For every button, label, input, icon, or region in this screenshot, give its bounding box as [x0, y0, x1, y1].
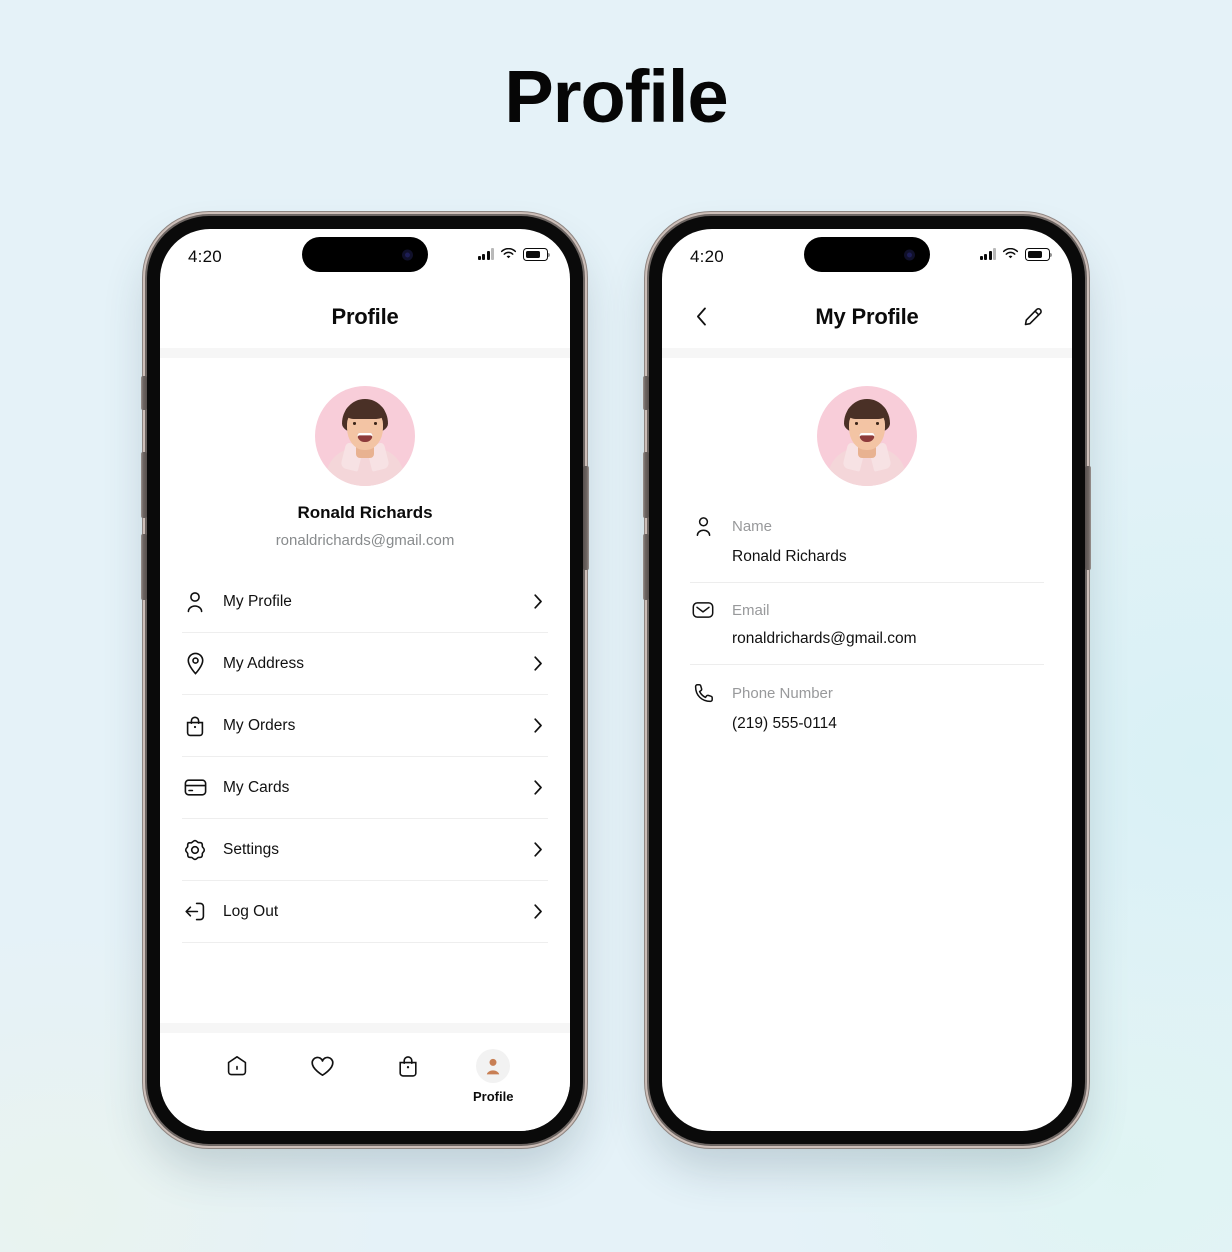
chevron-right-icon — [528, 778, 548, 798]
shopping-bag-icon — [397, 1051, 419, 1081]
detail-row-phone[interactable]: Phone Number (219) 555-0114 — [690, 681, 1044, 749]
profile-email: ronaldrichards@gmail.com — [275, 532, 455, 549]
silent-switch-button[interactable] — [643, 376, 649, 410]
volume-up-button[interactable] — [643, 452, 649, 518]
app-header: My Profile — [662, 285, 1072, 348]
menu-item-my-cards[interactable]: My Cards — [182, 757, 548, 819]
menu-item-my-address[interactable]: My Address — [182, 633, 548, 695]
phone-icon — [690, 683, 716, 704]
shopping-bag-icon — [182, 713, 208, 739]
menu-item-my-profile[interactable]: My Profile — [182, 571, 548, 633]
phone-mockup-profile-menu: 4:20 Profile Ronald Richards ronaldricha… — [141, 216, 589, 1144]
power-button[interactable] — [583, 466, 589, 570]
phone-2-screen: 4:20 My Profile Name Ronald Richards Ema… — [662, 229, 1072, 1131]
chevron-right-icon — [528, 902, 548, 922]
chevron-left-icon — [696, 307, 707, 326]
status-icons — [979, 248, 1053, 261]
status-time: 4:20 — [188, 247, 222, 266]
menu-item-label: Log Out — [223, 902, 279, 920]
status-bar: 4:20 — [160, 229, 570, 285]
avatar — [817, 386, 917, 486]
chevron-right-icon — [528, 716, 548, 736]
detail-value: ronaldrichards@gmail.com — [732, 630, 917, 647]
chevron-right-icon — [528, 654, 548, 674]
tab-label: Profile — [473, 1089, 514, 1104]
page-title: Profile — [504, 55, 728, 138]
dynamic-island — [302, 237, 428, 272]
volume-down-button[interactable] — [141, 534, 147, 600]
silent-switch-button[interactable] — [141, 376, 147, 410]
tab-home[interactable] — [194, 1051, 280, 1089]
wifi-icon — [1002, 248, 1019, 259]
menu-item-label: My Cards — [223, 778, 290, 796]
header-title: My Profile — [815, 303, 919, 329]
detail-label: Email — [732, 601, 770, 619]
detail-row-name[interactable]: Name Ronald Richards — [690, 514, 1044, 583]
detail-row-email[interactable]: Email ronaldrichards@gmail.com — [690, 599, 1044, 665]
credit-card-icon — [182, 775, 208, 801]
battery-icon — [523, 248, 551, 261]
menu-item-label: Settings — [223, 840, 280, 858]
logout-icon — [182, 899, 208, 925]
bottom-tab-bar: Profile — [160, 1023, 570, 1131]
home-icon — [225, 1051, 249, 1081]
envelope-icon — [690, 601, 716, 619]
front-camera-icon — [402, 249, 413, 260]
menu-item-label: My Profile — [223, 592, 292, 610]
status-time: 4:20 — [690, 247, 724, 266]
avatar — [315, 386, 415, 486]
profile-avatar-block — [662, 358, 1072, 486]
profile-avatar-icon — [476, 1049, 511, 1083]
header-title: Profile — [331, 303, 399, 329]
menu-item-label: My Orders — [223, 716, 296, 734]
phone-mockup-profile-detail: 4:20 My Profile Name Ronald Richards Ema… — [643, 216, 1091, 1144]
menu-item-settings[interactable]: Settings — [182, 819, 548, 881]
profile-menu-list: My Profile My Address My Orders My Cards… — [160, 571, 570, 943]
phone-2-content: Name Ronald Richards Email ronaldrichard… — [662, 358, 1072, 749]
power-button[interactable] — [1085, 466, 1091, 570]
menu-item-log-out[interactable]: Log Out — [182, 881, 548, 943]
detail-value: Ronald Richards — [732, 548, 847, 565]
menu-item-label: My Address — [223, 654, 304, 672]
person-icon — [690, 516, 716, 537]
header-divider — [160, 348, 570, 358]
battery-icon — [1025, 248, 1053, 261]
heart-icon — [310, 1051, 335, 1081]
header-divider — [662, 348, 1072, 358]
pencil-edit-icon — [1023, 307, 1043, 327]
edit-button[interactable] — [1016, 300, 1050, 334]
tabbar-divider — [160, 1023, 570, 1033]
wifi-icon — [500, 248, 517, 259]
chevron-right-icon — [528, 592, 548, 612]
front-camera-icon — [904, 249, 915, 260]
location-pin-icon — [182, 651, 208, 677]
status-bar: 4:20 — [662, 229, 1072, 285]
app-header: Profile — [160, 285, 570, 348]
profile-summary: Ronald Richards ronaldrichards@gmail.com — [160, 358, 570, 549]
chevron-right-icon — [528, 840, 548, 860]
detail-label: Phone Number — [732, 685, 833, 702]
person-icon — [182, 589, 208, 615]
cellular-signal-icon — [477, 248, 494, 261]
volume-down-button[interactable] — [643, 534, 649, 600]
profile-name: Ronald Richards — [297, 503, 433, 522]
phone-1-screen: 4:20 Profile Ronald Richards ronaldricha… — [160, 229, 570, 1131]
tab-profile[interactable]: Profile — [451, 1049, 537, 1104]
phone-1-content: Ronald Richards ronaldrichards@gmail.com… — [160, 358, 570, 943]
profile-detail-list: Name Ronald Richards Email ronaldrichard… — [662, 514, 1072, 749]
back-button[interactable] — [684, 300, 718, 334]
tab-cart[interactable] — [365, 1051, 451, 1089]
cellular-signal-icon — [979, 248, 996, 261]
tab-favorites[interactable] — [280, 1051, 366, 1089]
detail-label: Name — [732, 518, 773, 535]
dynamic-island — [804, 237, 930, 272]
menu-item-my-orders[interactable]: My Orders — [182, 695, 548, 757]
volume-up-button[interactable] — [141, 452, 147, 518]
detail-value: (219) 555-0114 — [732, 715, 837, 732]
status-icons — [477, 248, 551, 261]
gear-icon — [182, 837, 208, 863]
